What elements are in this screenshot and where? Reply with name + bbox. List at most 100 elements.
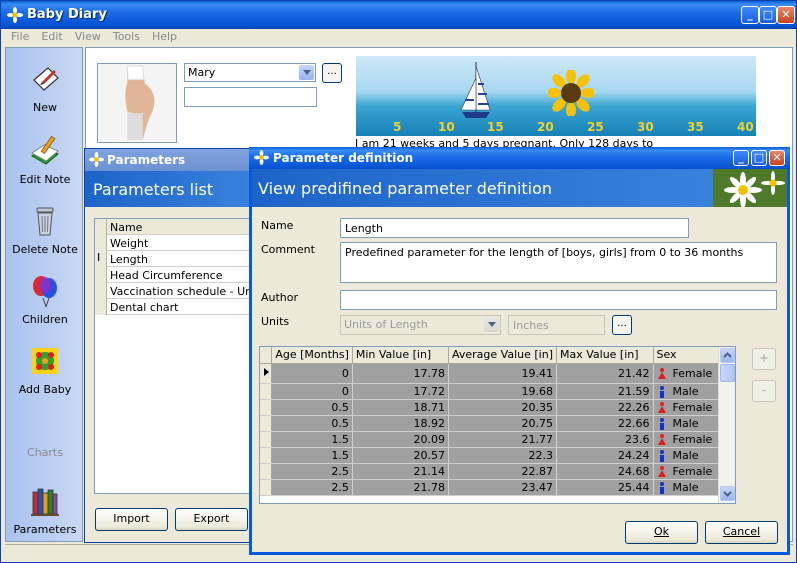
table-row[interactable]: 0 17.78 19.41 21.42 Female — [260, 363, 735, 384]
nav-edit-note[interactable]: Edit Note — [6, 134, 84, 186]
column-name-header[interactable]: Name — [110, 221, 142, 234]
cell-avg[interactable]: 21.77 — [448, 431, 557, 448]
table-row[interactable]: 0.5 18.71 20.35 22.26 Female — [260, 399, 735, 416]
menu-help[interactable]: Help — [146, 29, 183, 44]
table-row[interactable]: 2.5 21.14 22.87 24.68 Female — [260, 463, 735, 480]
ok-button[interactable]: Ok — [625, 521, 698, 544]
dialog-minimize-button[interactable]: _ — [733, 150, 749, 166]
row-indicator[interactable] — [260, 431, 273, 448]
minimize-button[interactable]: _ — [741, 6, 759, 24]
cell-avg[interactable]: 22.87 — [448, 463, 557, 480]
nav-parameters[interactable]: Parameters — [6, 484, 84, 536]
list-item[interactable]: Dental chart — [95, 299, 253, 315]
comment-field[interactable]: Predefined parameter for the length of [… — [340, 242, 777, 283]
cell-max[interactable]: 24.24 — [556, 447, 654, 464]
cell-age[interactable]: 0 — [271, 383, 353, 400]
row-indicator[interactable] — [260, 399, 273, 416]
column-max[interactable]: Max Value [in] — [556, 347, 654, 364]
cell-max[interactable]: 22.66 — [556, 415, 654, 432]
add-row-button[interactable]: + — [752, 348, 776, 370]
definition-titlebar[interactable]: Parameter definition _ □ ✕ — [249, 147, 790, 169]
table-row[interactable]: 0.5 18.92 20.75 22.66 Male — [260, 415, 735, 432]
child-more-button[interactable]: ... — [322, 63, 342, 83]
cell-age[interactable]: 0 — [271, 363, 353, 384]
chevron-down-icon[interactable] — [484, 317, 499, 332]
nav-new[interactable]: New — [6, 62, 84, 114]
cell-avg[interactable]: 20.35 — [448, 399, 557, 416]
baby-photo[interactable] — [97, 63, 177, 143]
table-row[interactable]: 0 17.72 19.68 21.59 Male — [260, 383, 735, 400]
remove-row-button[interactable]: - — [752, 380, 776, 402]
nav-delete-note[interactable]: Delete Note — [6, 204, 84, 256]
close-button[interactable]: ✕ — [777, 6, 795, 24]
name-field[interactable]: Length — [340, 218, 689, 238]
import-button[interactable]: Import — [95, 508, 168, 531]
scroll-thumb[interactable] — [720, 364, 735, 382]
dialog-maximize-button[interactable]: □ — [751, 150, 767, 166]
scroll-down-button[interactable] — [720, 486, 735, 501]
row-indicator[interactable] — [260, 479, 273, 496]
row-indicator[interactable] — [260, 415, 273, 432]
cell-min[interactable]: 17.78 — [352, 363, 450, 384]
cell-max[interactable]: 21.42 — [556, 363, 654, 384]
row-indicator[interactable] — [260, 463, 273, 480]
cell-age[interactable]: 1.5 — [271, 431, 353, 448]
cell-max[interactable]: 21.59 — [556, 383, 654, 400]
units-type-select[interactable]: Units of Length — [340, 315, 501, 335]
author-field[interactable] — [340, 290, 777, 310]
row-indicator[interactable] — [260, 383, 273, 400]
cell-min[interactable]: 17.72 — [352, 383, 450, 400]
row-indicator[interactable] — [260, 363, 273, 384]
cancel-button[interactable]: Cancel — [705, 521, 778, 544]
scroll-up-button[interactable] — [720, 348, 735, 363]
nav-children[interactable]: Children — [6, 274, 84, 326]
cell-max[interactable]: 24.68 — [556, 463, 654, 480]
list-item[interactable]: Vaccination schedule - United States — [95, 283, 253, 299]
parameters-titlebar[interactable]: Parameters — [85, 149, 273, 171]
export-button[interactable]: Export — [175, 508, 248, 531]
dialog-close-button[interactable]: ✕ — [769, 150, 785, 166]
cell-avg[interactable]: 19.41 — [448, 363, 557, 384]
cell-min[interactable]: 21.14 — [352, 463, 450, 480]
column-min[interactable]: Min Value [in] — [352, 347, 450, 364]
cell-min[interactable]: 20.57 — [352, 447, 450, 464]
list-item[interactable]: Weight — [95, 235, 253, 251]
cell-min[interactable]: 18.92 — [352, 415, 450, 432]
cell-age[interactable]: 0.5 — [271, 415, 353, 432]
menu-edit[interactable]: Edit — [35, 29, 68, 44]
cell-age[interactable]: 1.5 — [271, 447, 353, 464]
cell-min[interactable]: 18.71 — [352, 399, 450, 416]
row-indicator[interactable] — [260, 447, 273, 464]
table-vertical-scrollbar[interactable] — [718, 347, 735, 503]
cell-age[interactable]: 2.5 — [271, 479, 353, 496]
menu-view[interactable]: View — [69, 29, 107, 44]
menu-file[interactable]: File — [5, 29, 35, 44]
maximize-button[interactable]: □ — [759, 6, 777, 24]
cell-max[interactable]: 23.6 — [556, 431, 654, 448]
nav-add-baby[interactable]: Add Baby — [6, 344, 84, 396]
app-titlebar[interactable]: Baby Diary _ □ ✕ — [1, 1, 796, 29]
cell-age[interactable]: 0.5 — [271, 399, 353, 416]
menu-tools[interactable]: Tools — [107, 29, 146, 44]
cell-avg[interactable]: 22.3 — [448, 447, 557, 464]
list-item[interactable]: Head Circumference — [95, 267, 253, 283]
cell-max[interactable]: 22.26 — [556, 399, 654, 416]
table-row[interactable]: 2.5 21.78 23.47 25.44 Male — [260, 479, 735, 496]
list-item[interactable]: I Length — [95, 251, 253, 267]
cell-avg[interactable]: 20.75 — [448, 415, 557, 432]
cell-avg[interactable]: 23.47 — [448, 479, 557, 496]
table-row[interactable]: 1.5 20.09 21.77 23.6 Female — [260, 431, 735, 448]
column-age[interactable]: Age [Months] — [271, 347, 353, 364]
nav-charts[interactable]: Charts — [6, 446, 84, 459]
child-name-combo[interactable]: Mary — [184, 63, 316, 82]
units-more-button[interactable]: ... — [612, 315, 632, 335]
cell-max[interactable]: 25.44 — [556, 479, 654, 496]
cell-avg[interactable]: 19.68 — [448, 383, 557, 400]
child-info-field[interactable] — [184, 87, 317, 107]
cell-age[interactable]: 2.5 — [271, 463, 353, 480]
column-average[interactable]: Average Value [in] — [448, 347, 557, 364]
table-row[interactable]: 1.5 20.57 22.3 24.24 Male — [260, 447, 735, 464]
units-field[interactable]: Inches — [508, 315, 605, 335]
cell-min[interactable]: 21.78 — [352, 479, 450, 496]
chevron-down-icon[interactable] — [299, 65, 314, 80]
